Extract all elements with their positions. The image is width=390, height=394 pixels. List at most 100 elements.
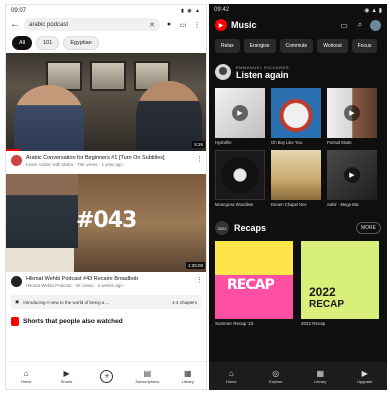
channel-avatar[interactable] [11,155,22,166]
shorts-section-header: Shorts that people also watched [6,309,206,328]
thumbnail-window [90,61,126,91]
nav-library-label: Library [314,378,327,384]
youtube-music-screen: 09:42 ◉ ▲ ▮ ▶ Music ▭ ⌕ Relax Energise C… [209,4,387,390]
nav-library[interactable]: ▦ Library [303,369,337,384]
chip-focus[interactable]: Focus [351,39,378,53]
search-input[interactable]: arabic podcast ✕ [24,18,160,31]
recap-card[interactable]: RECAP [215,241,293,319]
recap-year: 2022 [309,285,336,299]
youtube-music-logo-icon: ▶ [215,19,227,31]
chip-workout[interactable]: Workout [317,39,348,53]
library-icon: ▦ [316,368,325,378]
search-bar: ← arabic podcast ✕ ● ▭ ⋮ [6,16,206,33]
nav-upgrade-label: Upgrade [357,378,373,384]
music-tile[interactable]: ▶ Pursuit Mode [327,88,377,145]
recap-word: RECAP [227,277,275,293]
nav-home-label: Home [225,378,237,384]
listen-again-header: EMMANUEL RICHARDS Listen again [209,58,387,84]
tile-title: Dream Chapel Nov [271,202,307,207]
video-title[interactable]: Arabic Conversation for Beginners #1 [Tu… [26,155,192,162]
video-info[interactable]: Arabic Conversation for Beginners #1 [Tu… [6,151,206,174]
nav-explore[interactable]: ◎ Explore [259,369,293,384]
tile-title: Hydrofile [215,140,232,145]
video-menu-icon[interactable]: ⋮ [196,155,203,168]
more-button[interactable]: MORE [356,222,381,234]
bottom-navigation: ⌂ Home ▶ Shorts + ▤ Subscriptions ▦ Libr… [6,361,206,389]
nav-create[interactable]: + [92,370,122,383]
plus-icon: + [100,370,114,383]
nav-subscriptions[interactable]: ▤ Subscriptions [132,369,162,384]
status-time: 09:42 [214,7,230,13]
chip-relax[interactable]: Relax [215,39,240,53]
back-arrow-icon[interactable]: ← [10,19,20,30]
nav-upgrade[interactable]: ▶ Upgrade [348,369,382,384]
app-logo-text: Music [231,20,257,30]
tile-title: Pursuit Mode [327,140,352,145]
music-header: ▶ Music ▭ ⌕ [209,16,387,34]
chapter-thumb-icon: ▣ [15,299,20,304]
tile-title: Oh Boy Like You [271,140,302,145]
thumbnail-person [6,174,78,248]
video-thumbnail[interactable]: #043 1:25:08 [6,174,206,272]
explore-icon: ◎ [272,368,280,378]
shorts-label: Shorts that people also watched [23,318,123,325]
clear-icon[interactable]: ✕ [149,21,155,29]
search-query: arabic podcast [29,21,69,28]
music-tile[interactable]: Moongrow Woodlam [215,150,265,207]
video-meta: Learn Arabic with Maha · 75K views · 1 y… [26,162,123,167]
recap-labels: Summer Recap '23 2022 Recap [209,319,387,328]
nav-explore-label: Explore [268,378,283,384]
cast-icon[interactable]: ▭ [338,21,350,30]
chip-energise[interactable]: Energise [243,39,276,53]
chip-all[interactable]: All [12,36,33,50]
recap-cards: RECAP 2022 RECAP [209,241,387,319]
chip-101[interactable]: 101 [36,36,60,50]
music-tile[interactable]: ▶ Sahir · Mega Mix [327,150,377,207]
chip-egyptian[interactable]: Egyptian [63,36,99,50]
account-avatar[interactable] [370,19,381,31]
album-art[interactable] [215,150,265,200]
album-art[interactable]: ▶ [327,88,377,138]
nav-home[interactable]: ⌂ Home [11,369,41,384]
album-art[interactable] [271,150,321,200]
user-avatar [215,64,231,80]
episode-number-overlay: #043 [76,208,137,233]
chapters-row[interactable]: ▣ Introducing A new to the world of bein… [11,295,201,309]
microphone-icon[interactable]: ● [164,21,174,28]
chip-commute[interactable]: Commute [279,39,314,53]
video-info[interactable]: Hikmat Wehbi Podcast #43 Recaire Broadbo… [6,272,206,295]
play-icon[interactable]: ▶ [232,105,248,121]
nav-home-label: Home [20,379,32,384]
tile-title: Moongrow Woodlam [215,202,254,207]
album-art[interactable] [271,88,321,138]
nav-shorts[interactable]: ▶ Shorts [52,369,82,384]
search-icon[interactable]: ⌕ [354,20,366,30]
music-tile[interactable]: ▶ Hydrofile [215,88,265,145]
nav-library[interactable]: ▦ Library [173,369,203,384]
chapter-text: Introducing A new to the world of being … [23,299,110,305]
album-art[interactable]: ▶ [215,88,265,138]
status-bar: 09:07 ▮ ◉ ▲ [6,5,206,16]
more-options-icon[interactable]: ⋮ [192,21,202,29]
shorts-icon [11,317,19,326]
bottom-navigation: ⌂ Home ◎ Explore ▦ Library ▶ Upgrade [209,362,387,390]
nav-home[interactable]: ⌂ Home [214,369,248,384]
play-icon[interactable]: ▶ [344,167,360,183]
screenshot-canvas: 09:07 ▮ ◉ ▲ ← arabic podcast ✕ ● ▭ ⋮ All… [0,0,390,394]
play-icon[interactable]: ▶ [344,105,360,121]
duration-badge: 1:25:08 [185,262,205,269]
library-icon: ▦ [183,369,192,378]
video-meta: Hikmat Wehbi Podcast · 3K views · 2 week… [26,283,123,288]
video-thumbnail[interactable]: 5:26 [6,53,206,151]
channel-avatar[interactable] [11,276,22,287]
recap-card[interactable]: 2022 RECAP [301,241,379,319]
music-tile[interactable]: Oh Boy Like You [271,88,321,145]
video-menu-icon[interactable]: ⋮ [196,276,203,289]
video-title[interactable]: Hikmat Wehbi Podcast #43 Recaire Broadbo… [26,276,192,283]
cast-icon[interactable]: ▭ [178,21,188,29]
music-tile[interactable]: Dream Chapel Nov [271,150,321,207]
subscriptions-icon: ▤ [143,369,152,378]
album-art[interactable]: ▶ [327,150,377,200]
shorts-nav-icon: ▶ [63,369,70,378]
listen-again-grid: ▶ Hydrofile Oh Boy Like You ▶ Pursuit Mo… [209,84,387,211]
